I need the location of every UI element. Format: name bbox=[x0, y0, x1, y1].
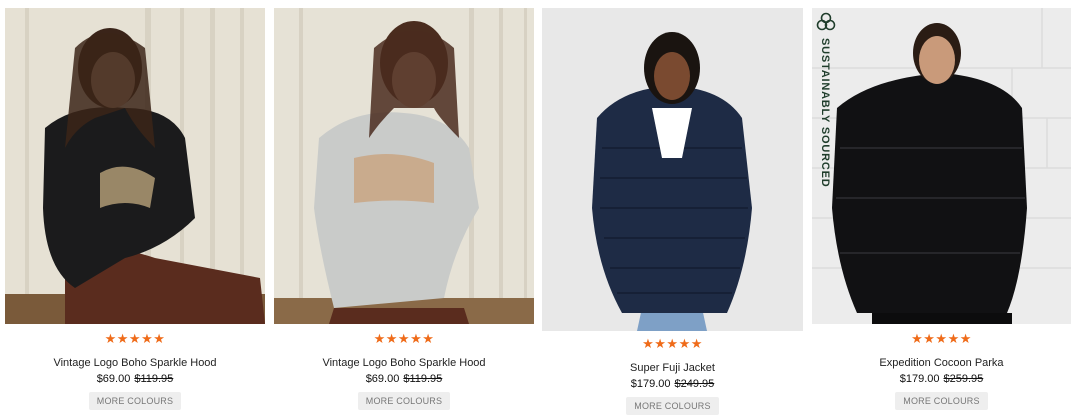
product-name[interactable]: Expedition Cocoon Parka bbox=[812, 356, 1071, 370]
star-rating: ★★★★★ bbox=[104, 331, 166, 346]
more-colours-button[interactable]: MORE COLOURS bbox=[626, 397, 719, 415]
star-rating: ★★★★★ bbox=[373, 331, 435, 346]
product-image[interactable] bbox=[274, 8, 534, 324]
sale-price: $179.00 bbox=[630, 378, 671, 390]
product-card-2[interactable]: ★★★★★ Vintage Logo Boho Sparkle Hood $69… bbox=[274, 0, 534, 413]
product-image[interactable] bbox=[5, 8, 265, 324]
original-price: $249.95 bbox=[674, 378, 715, 390]
sale-price: $179.00 bbox=[899, 373, 940, 385]
more-colours-button[interactable]: MORE COLOURS bbox=[357, 392, 451, 410]
product-name[interactable]: Super Fuji Jacket bbox=[542, 361, 803, 375]
star-rating: ★★★★★ bbox=[642, 336, 703, 351]
sustainably-sourced-label: SUSTAINABLY SOURCED bbox=[819, 38, 831, 188]
original-price: $119.95 bbox=[403, 373, 443, 385]
product-image[interactable] bbox=[542, 8, 803, 331]
product-card-4[interactable]: SUSTAINABLY SOURCED ★★★★★ Expedition Coc… bbox=[812, 0, 1071, 413]
sale-price: $69.00 bbox=[365, 373, 400, 385]
product-name[interactable]: Vintage Logo Boho Sparkle Hood bbox=[5, 356, 265, 370]
price-row: $179.00 $259.95 bbox=[812, 372, 1071, 386]
product-card-1[interactable]: ★★★★★ Vintage Logo Boho Sparkle Hood $69… bbox=[5, 0, 265, 413]
leaf-logo-icon bbox=[816, 12, 836, 31]
product-image[interactable]: SUSTAINABLY SOURCED bbox=[812, 8, 1071, 324]
original-price: $259.95 bbox=[943, 373, 984, 385]
product-name[interactable]: Vintage Logo Boho Sparkle Hood bbox=[274, 356, 534, 370]
star-rating: ★★★★★ bbox=[911, 331, 972, 346]
price-row: $69.00 $119.95 bbox=[274, 372, 534, 386]
original-price: $119.95 bbox=[134, 373, 174, 385]
more-colours-button[interactable]: MORE COLOURS bbox=[88, 392, 182, 410]
price-row: $179.00 $249.95 bbox=[542, 377, 803, 391]
sustainably-sourced-badge bbox=[816, 12, 838, 37]
more-colours-button[interactable]: MORE COLOURS bbox=[895, 392, 988, 410]
product-card-3[interactable]: ★★★★★ Super Fuji Jacket $179.00 $249.95 M… bbox=[542, 0, 803, 415]
sale-price: $69.00 bbox=[96, 373, 131, 385]
price-row: $69.00 $119.95 bbox=[5, 372, 265, 386]
